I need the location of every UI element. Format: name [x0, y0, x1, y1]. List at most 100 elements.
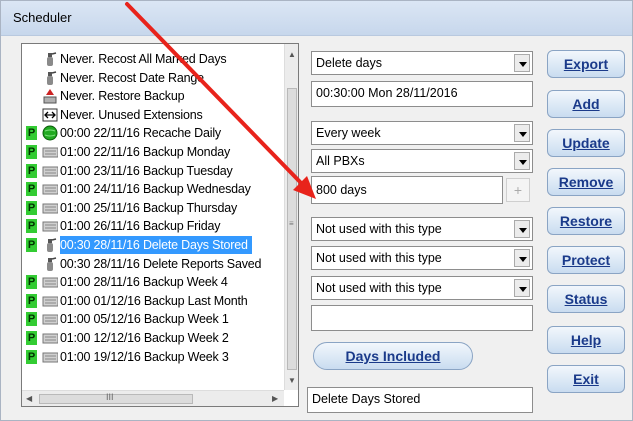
scheduler-window: Scheduler Never. Recost All Marked Days N…	[0, 0, 633, 421]
grip-label: III	[106, 392, 114, 402]
pbx-scope-value: All PBXs	[316, 154, 365, 168]
status-button[interactable]: Status	[547, 285, 625, 313]
schedule-item-label: Never. Recost Date Range	[60, 70, 204, 85]
tape-drive-icon	[42, 330, 59, 346]
schedule-item-label: 01:00 28/11/16 Backup Week 4	[60, 275, 228, 290]
dropdown-arrow-icon[interactable]	[514, 54, 530, 72]
schedule-item-label: 01:00 24/11/16 Backup Wednesday	[60, 182, 251, 197]
exit-button[interactable]: Exit	[547, 365, 625, 393]
tape-drive-icon	[42, 144, 59, 160]
protected-badge: P	[26, 238, 37, 252]
schedule-item-label: 01:00 23/11/16 Backup Tuesday	[60, 163, 233, 178]
help-button[interactable]: Help	[547, 326, 625, 354]
increment-button[interactable]: +	[506, 178, 530, 202]
task-type-value: Delete days	[316, 56, 383, 70]
schedule-list-item[interactable]: Never. Unused Extensions	[22, 106, 284, 124]
schedule-item-label: 00:30 28/11/16 Delete Days Stored	[60, 236, 252, 254]
schedule-list-item[interactable]: P 01:00 05/12/16 Backup Week 1	[22, 310, 284, 328]
schedule-item-label: 01:00 19/12/16 Backup Week 3	[60, 349, 229, 364]
dropdown-arrow-icon[interactable]	[514, 220, 530, 238]
protected-badge: P	[26, 293, 37, 308]
dropdown-arrow-icon[interactable]	[514, 124, 530, 142]
protected-badge: P	[26, 182, 37, 197]
export-button[interactable]: Export	[547, 50, 625, 78]
days-value-field[interactable]: 800 days	[311, 176, 503, 204]
schedule-list-item[interactable]: P 01:00 22/11/16 Backup Monday	[22, 143, 284, 161]
grip-icon: ≡	[289, 219, 294, 228]
protected-badge: P	[26, 331, 37, 345]
option2-value: Not used with this type	[316, 251, 442, 265]
schedule-item-label: 01:00 12/12/16 Backup Week 2	[60, 331, 229, 345]
schedule-item-label: 01:00 22/11/16 Backup Monday	[60, 145, 230, 159]
days-value: 800 days	[316, 183, 367, 197]
vertical-scrollbar[interactable]: ▲ ≡ ▼	[284, 44, 298, 390]
option3-value: Not used with this type	[316, 281, 442, 295]
schedule-item-label: 00:30 28/11/16 Delete Reports Saved	[60, 256, 262, 271]
schedule-list-item[interactable]: P 01:00 12/12/16 Backup Week 2	[22, 329, 284, 347]
schedule-list-item[interactable]: P 01:00 25/11/16 Backup Thursday	[22, 199, 284, 217]
schedule-list-item[interactable]: P 01:00 23/11/16 Backup Tuesday	[22, 162, 284, 180]
dropdown-arrow-icon[interactable]	[514, 152, 530, 170]
schedule-item-label: 00:00 22/11/16 Recache Daily	[60, 126, 221, 141]
restore-backup-icon	[42, 88, 58, 104]
tape-drive-icon	[42, 293, 59, 309]
frequency-select[interactable]: Every week	[311, 121, 533, 145]
protected-badge: P	[26, 349, 37, 364]
tape-drive-icon	[42, 200, 59, 216]
green-globe-icon	[42, 125, 58, 141]
dropdown-arrow-icon[interactable]	[514, 279, 530, 297]
scroll-left-arrow-icon[interactable]: ◀	[26, 394, 32, 403]
tape-drive-icon	[42, 311, 59, 327]
schedule-list-item[interactable]: Never. Recost Date Range	[22, 69, 284, 87]
schedule-item-label: 01:00 26/11/16 Backup Friday	[60, 219, 221, 234]
vertical-scroll-thumb[interactable]: ≡	[287, 88, 297, 370]
blank-field[interactable]	[311, 305, 533, 331]
option1-value: Not used with this type	[316, 222, 442, 236]
schedule-item-label: Never. Recost All Marked Days	[60, 52, 227, 66]
fire-extinguisher-icon	[42, 237, 58, 253]
schedule-item-label: 01:00 01/12/16 Backup Last Month	[60, 293, 248, 308]
task-type-select[interactable]: Delete days	[311, 51, 533, 75]
schedule-list-item[interactable]: P 01:00 28/11/16 Backup Week 4	[22, 273, 284, 291]
tape-drive-icon	[42, 218, 59, 234]
horizontal-scroll-thumb[interactable]: III	[39, 392, 193, 404]
dropdown-arrow-icon[interactable]	[514, 249, 530, 267]
scroll-up-arrow-icon[interactable]: ▲	[288, 50, 296, 59]
schedule-item-label: 01:00 25/11/16 Backup Thursday	[60, 200, 238, 215]
schedule-list-item[interactable]: Never. Restore Backup	[22, 87, 284, 105]
update-button[interactable]: Update	[547, 129, 625, 157]
scroll-right-arrow-icon[interactable]: ▶	[272, 394, 278, 403]
schedule-list-item[interactable]: P 01:00 19/12/16 Backup Week 3	[22, 348, 284, 366]
tape-drive-icon	[42, 349, 59, 365]
schedule-list-item[interactable]: Never. Recost All Marked Days	[22, 50, 284, 68]
start-datetime-value: 00:30:00 Mon 28/11/2016	[316, 86, 458, 100]
pbx-scope-select[interactable]: All PBXs	[311, 149, 533, 173]
protected-badge: P	[26, 312, 37, 327]
option1-select[interactable]: Not used with this type	[311, 217, 533, 241]
frequency-value: Every week	[316, 126, 381, 140]
schedule-list[interactable]: Never. Recost All Marked Days Never. Reco…	[21, 43, 299, 407]
scroll-down-arrow-icon[interactable]: ▼	[288, 376, 296, 385]
schedule-list-item[interactable]: P 01:00 26/11/16 Backup Friday	[22, 217, 284, 235]
fire-extinguisher-icon	[42, 70, 58, 86]
protected-badge: P	[26, 219, 37, 234]
remove-button[interactable]: Remove	[547, 168, 625, 196]
days-included-button[interactable]: Days Included	[313, 342, 473, 370]
schedule-item-label: Never. Unused Extensions	[60, 107, 203, 122]
schedule-list-item[interactable]: 00:30 28/11/16 Delete Reports Saved	[22, 255, 284, 273]
title-bar: Scheduler	[1, 1, 632, 36]
protected-badge: P	[26, 126, 37, 141]
schedule-list-item[interactable]: P 01:00 24/11/16 Backup Wednesday	[22, 180, 284, 198]
description-value: Delete Days Stored	[312, 392, 421, 406]
start-datetime-field[interactable]: 00:30:00 Mon 28/11/2016	[311, 81, 533, 107]
option2-select[interactable]: Not used with this type	[311, 246, 533, 270]
horizontal-scrollbar[interactable]: ◀ III ▶	[22, 390, 284, 406]
schedule-list-item[interactable]: P 00:30 28/11/16 Delete Days Stored	[22, 236, 284, 254]
schedule-list-item[interactable]: P 00:00 22/11/16 Recache Daily	[22, 124, 284, 142]
add-button[interactable]: Add	[547, 90, 625, 118]
schedule-list-item[interactable]: P 01:00 01/12/16 Backup Last Month	[22, 292, 284, 310]
description-field[interactable]: Delete Days Stored	[307, 387, 533, 413]
option3-select[interactable]: Not used with this type	[311, 276, 533, 300]
restore-button[interactable]: Restore	[547, 207, 625, 235]
protect-button[interactable]: Protect	[547, 246, 625, 274]
